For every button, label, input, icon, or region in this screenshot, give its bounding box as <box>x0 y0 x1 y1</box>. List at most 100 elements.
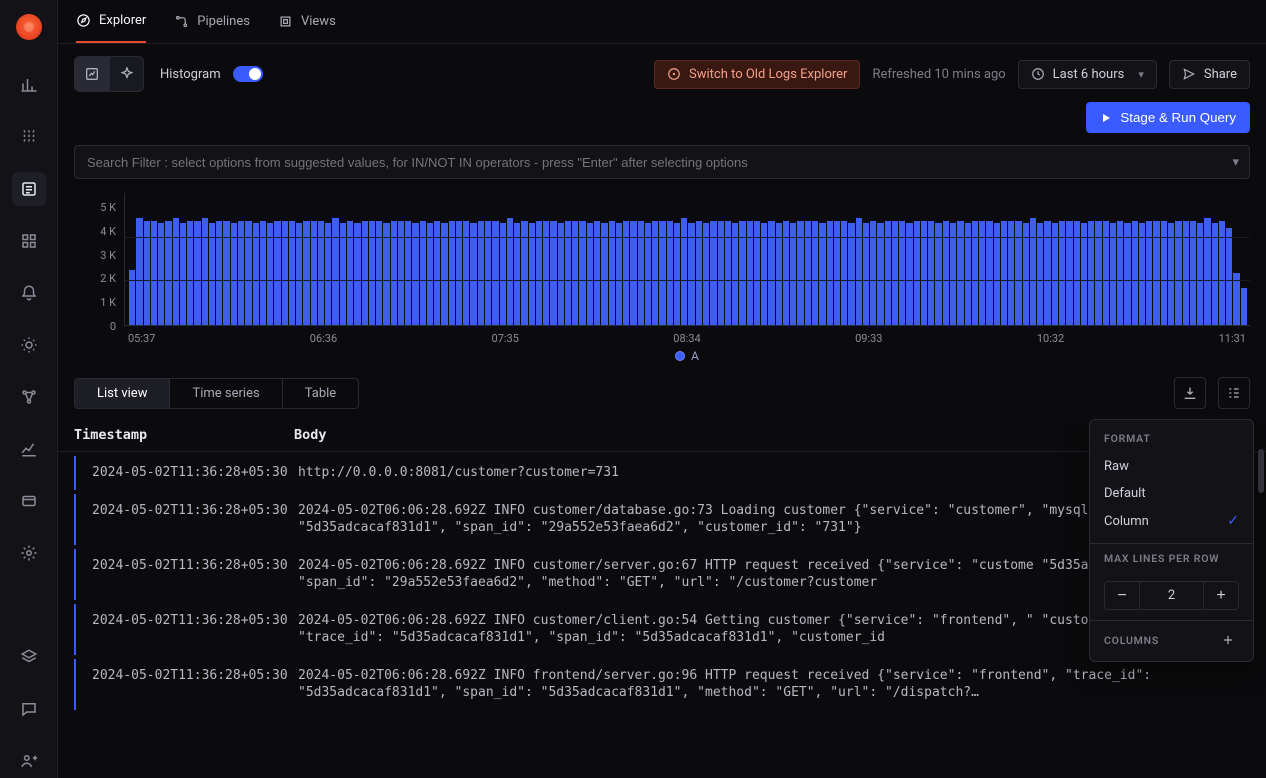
chart-bar[interactable] <box>500 223 506 325</box>
chart-bar[interactable] <box>841 221 847 325</box>
chart-bar[interactable] <box>601 223 607 325</box>
nav-help-icon[interactable] <box>12 640 46 674</box>
chart-bar[interactable] <box>449 221 455 325</box>
chart-bar[interactable] <box>456 221 462 325</box>
tab-pipelines[interactable]: Pipelines <box>174 0 250 43</box>
chart-bar[interactable] <box>667 221 673 325</box>
chart-bar[interactable] <box>1052 223 1058 325</box>
chart-bar[interactable] <box>1066 221 1072 325</box>
chart-bar[interactable] <box>616 223 622 325</box>
chart-bar[interactable] <box>725 221 731 325</box>
chart-bar[interactable] <box>478 221 484 325</box>
chart-bar[interactable] <box>892 221 898 325</box>
tab-explorer[interactable]: Explorer <box>76 0 146 43</box>
download-button[interactable] <box>1174 377 1206 409</box>
format-option-raw[interactable]: Raw <box>1090 453 1253 480</box>
chart-bar[interactable] <box>362 221 368 325</box>
chart-bar[interactable] <box>812 221 818 325</box>
chart-bar[interactable] <box>1015 221 1021 325</box>
chart-bar[interactable] <box>412 223 418 325</box>
stepper-decrement[interactable]: − <box>1105 582 1139 609</box>
chart-bar[interactable] <box>921 221 927 325</box>
chart-bar[interactable] <box>507 218 513 325</box>
chart-bar[interactable] <box>383 223 389 325</box>
chart-bar[interactable] <box>151 221 157 325</box>
log-row[interactable]: 2024-05-02T11:36:28+05:302024-05-02T06:0… <box>74 604 1250 655</box>
chart-bar[interactable] <box>703 223 709 325</box>
chart-bar[interactable] <box>1168 223 1174 325</box>
chart-bar[interactable] <box>325 223 331 325</box>
chart-bar[interactable] <box>1233 273 1239 325</box>
chart-bar[interactable] <box>492 221 498 325</box>
chart-bar[interactable] <box>1023 223 1029 325</box>
chart-bar[interactable] <box>790 223 796 325</box>
tab-views[interactable]: Views <box>278 0 336 43</box>
chart-bar[interactable] <box>274 221 280 325</box>
chart-bar[interactable] <box>1190 221 1196 325</box>
chart-bar[interactable] <box>260 221 266 325</box>
chart-bar[interactable] <box>623 221 629 325</box>
format-option-column[interactable]: Column ✓ <box>1090 507 1253 535</box>
chart-bar[interactable] <box>1161 221 1167 325</box>
chart-bar[interactable] <box>1197 223 1203 325</box>
chart-bar[interactable] <box>819 223 825 325</box>
chart-bar[interactable] <box>594 221 600 325</box>
chart-bar[interactable] <box>994 223 1000 325</box>
chart-bar[interactable] <box>834 221 840 325</box>
chart-bar[interactable] <box>1153 221 1159 325</box>
chart-bar[interactable] <box>303 221 309 325</box>
chart-bar[interactable] <box>267 223 273 325</box>
chart-bar[interactable] <box>609 221 615 325</box>
chart-bar[interactable] <box>253 223 259 325</box>
chart-bar[interactable] <box>245 221 251 325</box>
chart-bar[interactable] <box>441 223 447 325</box>
nav-settings-icon[interactable] <box>12 536 46 570</box>
stepper-increment[interactable]: + <box>1204 582 1238 609</box>
log-row[interactable]: 2024-05-02T11:36:28+05:30http://0.0.0.0:… <box>74 456 1250 490</box>
chart-bar[interactable] <box>1183 221 1189 325</box>
time-range-button[interactable]: Last 6 hours ▾ <box>1018 60 1157 89</box>
chart-bar[interactable] <box>354 223 360 325</box>
chart-bar[interactable] <box>223 221 229 325</box>
chart-bar[interactable] <box>296 223 302 325</box>
chart-bar[interactable] <box>340 223 346 325</box>
chart-bar[interactable] <box>754 221 760 325</box>
chart-bar[interactable] <box>216 221 222 325</box>
scrollbar-thumb[interactable] <box>1258 449 1264 493</box>
chart-bar[interactable] <box>470 223 476 325</box>
view-mode-time-series[interactable]: Time series <box>169 379 281 408</box>
filter-dropdown-icon[interactable]: ▾ <box>1222 155 1249 170</box>
chart-bar[interactable] <box>950 223 956 325</box>
chart-bar[interactable] <box>827 221 833 325</box>
nav-invite-icon[interactable] <box>12 744 46 778</box>
chart-bar[interactable] <box>238 221 244 325</box>
chart-bar[interactable] <box>463 221 469 325</box>
chart-bar[interactable] <box>202 218 208 325</box>
chart-bar[interactable] <box>1103 221 1109 325</box>
chart-bar[interactable] <box>536 221 542 325</box>
nav-usage-icon[interactable] <box>12 432 46 466</box>
chart-bar[interactable] <box>747 221 753 325</box>
chart-bar[interactable] <box>776 223 782 325</box>
chart-bar[interactable] <box>899 221 905 325</box>
view-mode-table[interactable]: Table <box>282 379 358 408</box>
chart-bar[interactable] <box>1037 223 1043 325</box>
nav-logs-icon[interactable] <box>12 172 46 206</box>
chart-bar[interactable] <box>187 221 193 325</box>
chart-bar[interactable] <box>979 221 985 325</box>
nav-traces-icon[interactable] <box>12 120 46 154</box>
chart-bar[interactable] <box>1241 288 1247 325</box>
chart-bar[interactable] <box>129 270 135 325</box>
nav-dashboards-icon[interactable] <box>12 224 46 258</box>
chart-bar[interactable] <box>1226 228 1232 325</box>
chart-bar[interactable] <box>681 218 687 325</box>
chart-bar[interactable] <box>427 223 433 325</box>
chart-bar[interactable] <box>282 221 288 325</box>
chart-bar[interactable] <box>761 223 767 325</box>
chart-bar[interactable] <box>1219 221 1225 325</box>
chart-bar[interactable] <box>550 221 556 325</box>
chart-bar[interactable] <box>914 221 920 325</box>
chart-bar[interactable] <box>398 221 404 325</box>
chart-bar[interactable] <box>638 221 644 325</box>
chart-bar[interactable] <box>318 221 324 325</box>
